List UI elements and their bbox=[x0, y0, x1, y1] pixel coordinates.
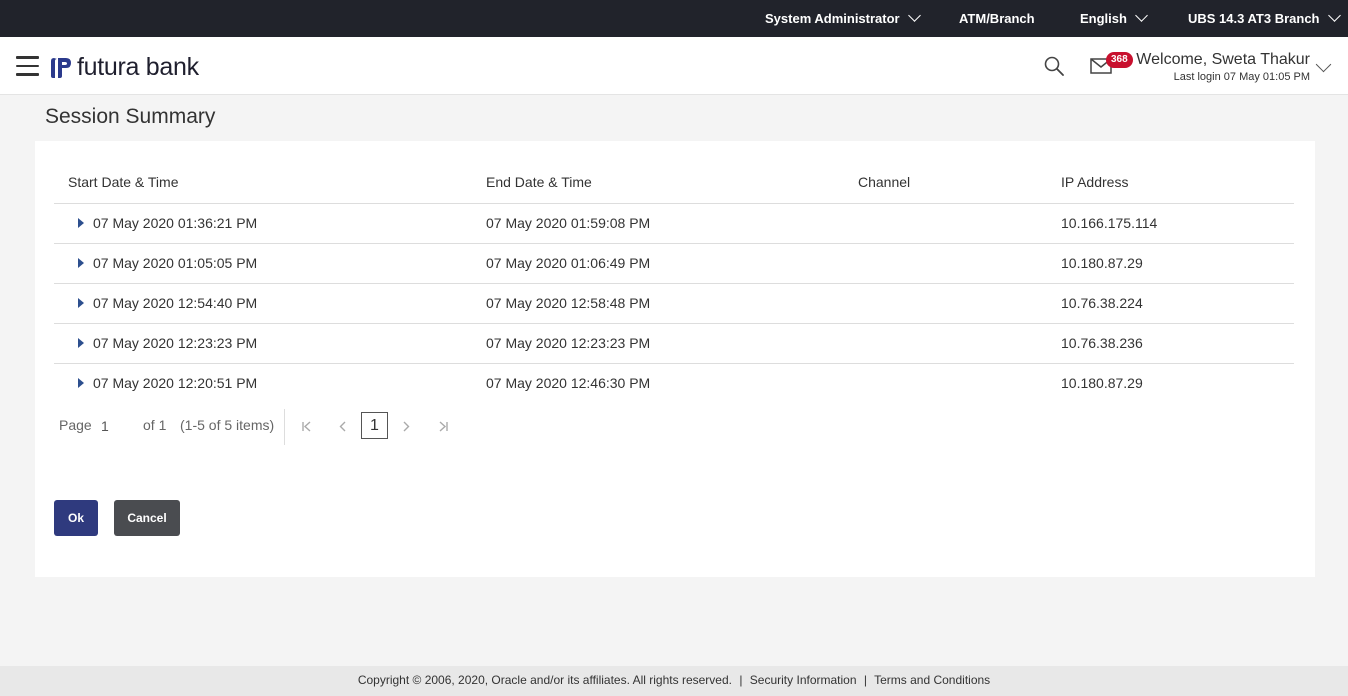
cell-ip-address: 10.76.38.236 bbox=[1061, 335, 1143, 351]
ok-button[interactable]: Ok bbox=[54, 500, 98, 536]
security-information-link[interactable]: Security Information bbox=[750, 673, 857, 687]
top-bar: System Administrator ATM/Branch English … bbox=[0, 0, 1348, 37]
cell-end-time: 07 May 2020 01:06:49 PM bbox=[486, 255, 651, 271]
footer-separator: | bbox=[739, 673, 743, 687]
brand-name: futura bank bbox=[77, 53, 199, 81]
current-page-button[interactable]: 1 bbox=[361, 412, 388, 439]
table-row: 07 May 2020 12:20:51 PM 07 May 2020 12:4… bbox=[54, 364, 1294, 404]
table-row: 07 May 2020 12:54:40 PM 07 May 2020 12:5… bbox=[54, 284, 1294, 324]
cell-end-time: 07 May 2020 12:58:48 PM bbox=[486, 295, 651, 311]
column-header-channel[interactable]: Channel bbox=[858, 174, 910, 190]
welcome-text: Welcome, Sweta Thakur bbox=[1136, 51, 1310, 68]
cell-ip-address: 10.166.175.114 bbox=[1061, 215, 1158, 231]
table-row: 07 May 2020 12:23:23 PM 07 May 2020 12:2… bbox=[54, 324, 1294, 364]
cell-start-time: 07 May 2020 01:36:21 PM bbox=[93, 215, 258, 231]
search-icon[interactable] bbox=[1044, 56, 1064, 76]
cell-ip-address: 10.180.87.29 bbox=[1061, 375, 1143, 391]
table-row: 07 May 2020 01:36:21 PM 07 May 2020 01:5… bbox=[54, 204, 1294, 244]
column-header-end[interactable]: End Date & Time bbox=[486, 174, 592, 190]
cell-start-time: 07 May 2020 12:20:51 PM bbox=[93, 375, 258, 391]
branch-dropdown[interactable]: UBS 14.3 AT3 Branch bbox=[1188, 0, 1341, 37]
atm-branch-link[interactable]: ATM/Branch bbox=[959, 0, 1035, 37]
footer-separator: | bbox=[863, 673, 867, 687]
app-header: futura bank 368 Welcome, Sweta Thakur La… bbox=[0, 37, 1348, 95]
expand-row-icon[interactable] bbox=[78, 298, 84, 308]
cell-start-time: 07 May 2020 01:05:05 PM bbox=[93, 255, 258, 271]
last-page-icon[interactable] bbox=[435, 417, 451, 435]
previous-page-icon[interactable] bbox=[335, 417, 351, 435]
page-label: Page bbox=[59, 417, 92, 433]
cell-end-time: 07 May 2020 12:23:23 PM bbox=[486, 335, 651, 351]
chevron-down-icon bbox=[1135, 9, 1148, 22]
cell-end-time: 07 May 2020 12:46:30 PM bbox=[486, 375, 651, 391]
branch-label: UBS 14.3 AT3 Branch bbox=[1188, 11, 1320, 26]
cell-ip-address: 10.76.38.224 bbox=[1061, 295, 1143, 311]
next-page-icon[interactable] bbox=[398, 417, 414, 435]
chevron-down-icon bbox=[1327, 9, 1341, 22]
session-summary-card: Start Date & Time End Date & Time Channe… bbox=[35, 141, 1315, 577]
role-dropdown[interactable]: System Administrator bbox=[765, 0, 921, 37]
first-page-icon[interactable] bbox=[299, 417, 315, 435]
language-label: English bbox=[1080, 11, 1127, 26]
language-dropdown[interactable]: English bbox=[1080, 0, 1148, 37]
table-header: Start Date & Time End Date & Time Channe… bbox=[54, 163, 1294, 204]
page-number-input[interactable] bbox=[101, 415, 131, 437]
cell-start-time: 07 May 2020 12:23:23 PM bbox=[93, 335, 258, 351]
page-title: Session Summary bbox=[45, 105, 216, 128]
column-header-start[interactable]: Start Date & Time bbox=[68, 174, 178, 190]
page-of-label: of 1 bbox=[143, 417, 167, 433]
expand-row-icon[interactable] bbox=[78, 218, 84, 228]
terms-and-conditions-link[interactable]: Terms and Conditions bbox=[874, 673, 990, 687]
expand-row-icon[interactable] bbox=[78, 378, 84, 388]
menu-icon[interactable] bbox=[16, 56, 39, 76]
items-count-label: (1-5 of 5 items) bbox=[180, 417, 275, 433]
atm-branch-label: ATM/Branch bbox=[959, 11, 1035, 26]
copyright-text: Copyright © 2006, 2020, Oracle and/or it… bbox=[357, 673, 732, 687]
cancel-button[interactable]: Cancel bbox=[114, 500, 180, 536]
cell-start-time: 07 May 2020 12:54:40 PM bbox=[93, 295, 258, 311]
page-footer: Copyright © 2006, 2020, Oracle and/or it… bbox=[0, 666, 1348, 696]
expand-row-icon[interactable] bbox=[78, 338, 84, 348]
futura-logo-icon bbox=[51, 58, 71, 78]
notification-badge[interactable]: 368 bbox=[1106, 52, 1133, 68]
cell-ip-address: 10.180.87.29 bbox=[1061, 255, 1143, 271]
user-menu[interactable]: Welcome, Sweta Thakur Last login 07 May … bbox=[1136, 51, 1310, 84]
column-header-ip[interactable]: IP Address bbox=[1061, 174, 1128, 190]
last-login-text: Last login 07 May 01:05 PM bbox=[1173, 71, 1310, 83]
brand-logo[interactable]: futura bank bbox=[50, 54, 199, 80]
chevron-down-icon bbox=[907, 9, 921, 22]
expand-row-icon[interactable] bbox=[78, 258, 84, 268]
chevron-down-icon[interactable] bbox=[1315, 56, 1332, 73]
session-table: Start Date & Time End Date & Time Channe… bbox=[54, 163, 1294, 404]
table-row: 07 May 2020 01:05:05 PM 07 May 2020 01:0… bbox=[54, 244, 1294, 284]
cell-end-time: 07 May 2020 01:59:08 PM bbox=[486, 215, 651, 231]
pagination-divider bbox=[284, 409, 285, 445]
role-label: System Administrator bbox=[765, 11, 900, 26]
pagination: Page of 1 (1-5 of 5 items) 1 bbox=[59, 409, 479, 445]
